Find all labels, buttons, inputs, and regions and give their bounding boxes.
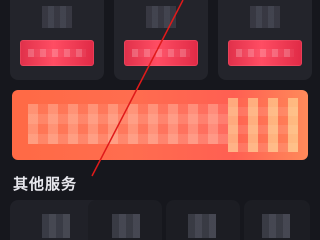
banner-pixelated-text (28, 104, 228, 144)
other-services-title: 其他服务 (13, 175, 78, 193)
card-action-button[interactable] (124, 40, 198, 66)
service-card-3[interactable] (218, 0, 312, 80)
promo-banner[interactable] (12, 90, 308, 160)
card-action-button[interactable] (228, 40, 302, 66)
pixelated-icon (146, 6, 176, 28)
pixelated-icon (250, 6, 280, 28)
pixelated-icon (42, 214, 70, 238)
other-service-tile-3[interactable] (166, 200, 240, 240)
service-card-1[interactable] (10, 0, 104, 80)
other-service-tile-2[interactable] (88, 200, 162, 240)
pixelated-icon (42, 6, 72, 28)
pixelated-icon (262, 214, 290, 238)
other-service-tile-4[interactable] (244, 200, 310, 240)
card-action-button[interactable] (20, 40, 94, 66)
pixelated-icon (188, 214, 216, 238)
service-card-2[interactable] (114, 0, 208, 80)
banner-pixelated-image (228, 98, 298, 152)
pixelated-icon (112, 214, 140, 238)
